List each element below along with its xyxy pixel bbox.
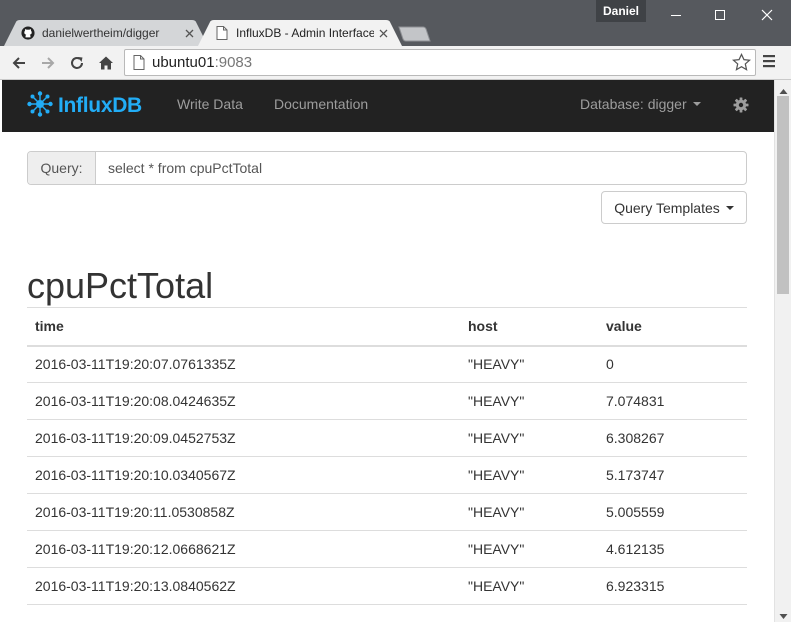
cell-host: "HEAVY" — [460, 530, 598, 568]
query-templates-label: Query Templates — [614, 199, 720, 216]
column-header-value: value — [598, 307, 747, 347]
database-dropdown[interactable]: Database: digger — [580, 96, 701, 112]
table-row: 2016-03-11T19:20:07.0761335Z "HEAVY" 0 — [27, 345, 747, 383]
cell-value: 0 — [598, 345, 747, 383]
cell-host: "HEAVY" — [460, 419, 598, 457]
cell-value: 6.923315 — [598, 567, 747, 605]
cell-value: 4.612135 — [598, 530, 747, 568]
cell-host: "HEAVY" — [460, 493, 598, 531]
query-templates-button[interactable]: Query Templates — [601, 191, 747, 224]
tab-github[interactable]: danielwertheim/digger — [4, 20, 208, 46]
page-icon — [214, 25, 230, 41]
cell-host: "HEAVY" — [460, 382, 598, 420]
database-label: Database: digger — [580, 96, 687, 112]
cell-value: 6.308267 — [598, 419, 747, 457]
gear-icon[interactable] — [733, 97, 749, 118]
scrollbar-thumb[interactable] — [777, 96, 789, 294]
table-row: 2016-03-11T19:20:12.0668621Z "HEAVY" 4.6… — [27, 530, 747, 568]
cell-time: 2016-03-11T19:20:11.0530858Z — [27, 493, 460, 531]
page-viewport: InfluxDB Write Data Documentation Databa… — [0, 80, 775, 622]
table-row: 2016-03-11T19:20:11.0530858Z "HEAVY" 5.0… — [27, 493, 747, 531]
cell-host: "HEAVY" — [460, 345, 598, 383]
bookmark-star-icon[interactable] — [731, 52, 752, 77]
address-bar[interactable]: ubuntu01:9083 — [124, 49, 756, 76]
app-navbar: InfluxDB Write Data Documentation Databa… — [2, 80, 774, 132]
scroll-down-icon[interactable] — [779, 608, 788, 619]
cell-time: 2016-03-11T19:20:13.0840562Z — [27, 567, 460, 605]
nav-write-data[interactable]: Write Data — [177, 96, 243, 112]
cell-time: 2016-03-11T19:20:09.0452753Z — [27, 419, 460, 457]
cell-value: 5.173747 — [598, 456, 747, 494]
results-table: time host value 2016-03-11T19:20:07.0761… — [27, 307, 747, 605]
brand-name: InfluxDB — [58, 94, 142, 117]
back-icon[interactable] — [7, 51, 31, 75]
home-icon[interactable] — [94, 51, 118, 75]
caret-down-icon — [725, 205, 734, 210]
table-header-row: time host value — [27, 307, 747, 347]
tab-close-icon[interactable] — [182, 26, 196, 40]
window-titlebar: Daniel danielwertheim/digger InfluxDB - … — [0, 0, 791, 46]
maximize-icon[interactable] — [698, 0, 742, 30]
influxdb-logo-icon — [26, 90, 54, 123]
profile-user-badge[interactable]: Daniel — [596, 0, 646, 22]
tab-close-icon[interactable] — [376, 26, 390, 40]
cell-host: "HEAVY" — [460, 567, 598, 605]
caret-down-icon — [692, 102, 701, 106]
cell-time: 2016-03-11T19:20:07.0761335Z — [27, 345, 460, 383]
cell-time: 2016-03-11T19:20:08.0424635Z — [27, 382, 460, 420]
cell-host: "HEAVY" — [460, 456, 598, 494]
url-text[interactable]: ubuntu01:9083 — [152, 50, 252, 75]
nav-documentation[interactable]: Documentation — [274, 96, 368, 112]
brand-logo[interactable]: InfluxDB — [26, 90, 142, 123]
series-title: cpuPctTotal — [27, 265, 214, 306]
new-tab-button[interactable] — [396, 26, 432, 42]
browser-toolbar: ubuntu01:9083 — [0, 46, 791, 80]
page-icon — [133, 55, 145, 75]
cell-value: 5.005559 — [598, 493, 747, 531]
tab-title: danielwertheim/digger — [42, 26, 160, 40]
table-row: 2016-03-11T19:20:09.0452753Z "HEAVY" 6.3… — [27, 419, 747, 457]
table-row: 2016-03-11T19:20:10.0340567Z "HEAVY" 5.1… — [27, 456, 747, 494]
reload-icon[interactable] — [65, 51, 89, 75]
query-input[interactable] — [96, 152, 746, 184]
query-label: Query: — [28, 152, 96, 184]
menu-icon[interactable] — [762, 54, 782, 74]
page-scrollbar[interactable] — [774, 80, 791, 622]
query-input-group: Query: — [27, 151, 747, 185]
close-icon[interactable] — [745, 0, 789, 30]
cell-time: 2016-03-11T19:20:10.0340567Z — [27, 456, 460, 494]
tab-title: InfluxDB - Admin Interface — [236, 26, 374, 40]
cell-time: 2016-03-11T19:20:12.0668621Z — [27, 530, 460, 568]
minimize-icon[interactable] — [654, 0, 698, 30]
table-row: 2016-03-11T19:20:13.0840562Z "HEAVY" 6.9… — [27, 567, 747, 605]
github-icon — [20, 25, 36, 41]
table-row: 2016-03-11T19:20:08.0424635Z "HEAVY" 7.0… — [27, 382, 747, 420]
column-header-time: time — [27, 307, 460, 347]
scroll-up-icon[interactable] — [779, 83, 788, 94]
column-header-host: host — [460, 307, 598, 347]
tab-influxdb[interactable]: InfluxDB - Admin Interface — [198, 20, 402, 46]
forward-icon[interactable] — [36, 51, 60, 75]
cell-value: 7.074831 — [598, 382, 747, 420]
